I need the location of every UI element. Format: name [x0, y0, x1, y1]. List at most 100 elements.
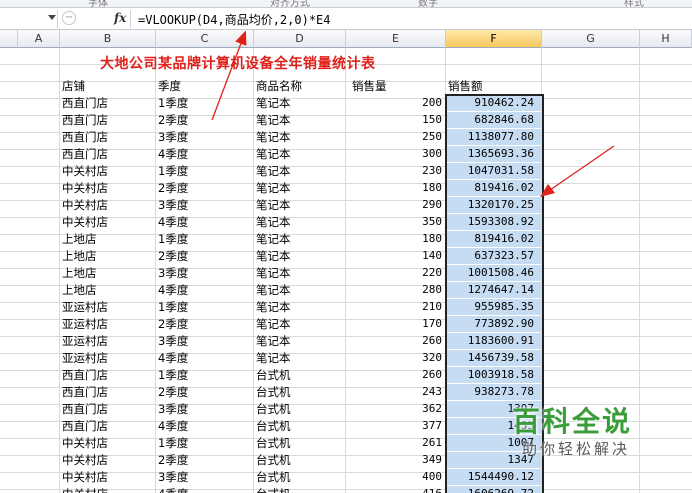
cell-quantity[interactable]: 180 — [346, 231, 444, 247]
cell-quantity[interactable]: 230 — [346, 163, 444, 179]
cell-store[interactable]: 西直门店 — [62, 367, 154, 383]
header-quarter[interactable]: 季度 — [158, 78, 250, 94]
cell-store[interactable]: 西直门店 — [62, 401, 154, 417]
cell-product[interactable]: 笔记本 — [256, 129, 348, 145]
cell-quantity[interactable]: 280 — [346, 282, 444, 298]
cell-quantity[interactable]: 362 — [346, 401, 444, 417]
cell-product[interactable]: 笔记本 — [256, 146, 348, 162]
cell-product[interactable]: 笔记本 — [256, 333, 348, 349]
cell-product[interactable]: 笔记本 — [256, 112, 348, 128]
cell-quantity[interactable]: 220 — [346, 265, 444, 281]
column-header-f[interactable]: F — [446, 30, 542, 48]
sheet-title[interactable]: 大地公司某品牌计算机设备全年销量统计表 — [100, 53, 376, 73]
cell-quarter[interactable]: 2季度 — [158, 180, 250, 196]
cell-sales[interactable]: 1320170.25 — [446, 197, 542, 213]
cell-sales[interactable]: 773892.90 — [446, 316, 542, 332]
cell-quantity[interactable]: 140 — [346, 248, 444, 264]
cell-quarter[interactable]: 2季度 — [158, 384, 250, 400]
cell-quarter[interactable]: 3季度 — [158, 265, 250, 281]
cell-sales[interactable]: 1138077.80 — [446, 129, 542, 145]
ribbon-group-styles[interactable]: 样式 — [624, 0, 644, 7]
cell-product[interactable]: 笔记本 — [256, 163, 348, 179]
column-header-a[interactable]: A — [18, 30, 60, 48]
cell-store[interactable]: 西直门店 — [62, 418, 154, 434]
cell-quarter[interactable]: 2季度 — [158, 248, 250, 264]
cell-quantity[interactable]: 250 — [346, 129, 444, 145]
cell-product[interactable]: 台式机 — [256, 401, 348, 417]
cell-quarter[interactable]: 2季度 — [158, 112, 250, 128]
cell-product[interactable]: 台式机 — [256, 452, 348, 468]
cell-product[interactable]: 笔记本 — [256, 231, 348, 247]
cell-store[interactable]: 中关村店 — [62, 435, 154, 451]
cell-store[interactable]: 西直门店 — [62, 95, 154, 111]
cell-quantity[interactable]: 170 — [346, 316, 444, 332]
cell-quarter[interactable]: 3季度 — [158, 333, 250, 349]
cell-store[interactable]: 西直门店 — [62, 112, 154, 128]
cell-sales[interactable]: 819416.02 — [446, 180, 542, 196]
cell-quantity[interactable]: 349 — [346, 452, 444, 468]
cell-quarter[interactable]: 4季度 — [158, 486, 250, 493]
cell-sales[interactable]: 1606269.72 — [446, 486, 542, 493]
formula-input[interactable]: =VLOOKUP(D4,商品均价,2,0)*E4 — [138, 11, 331, 28]
cancel-icon[interactable]: − — [62, 11, 76, 25]
cell-store[interactable]: 中关村店 — [62, 452, 154, 468]
cell-sales[interactable]: 1047031.58 — [446, 163, 542, 179]
cell-quarter[interactable]: 3季度 — [158, 401, 250, 417]
cell-quantity[interactable]: 210 — [346, 299, 444, 315]
cell-sales[interactable]: 819416.02 — [446, 231, 542, 247]
cell-store[interactable]: 亚运村店 — [62, 333, 154, 349]
cell-quantity[interactable]: 290 — [346, 197, 444, 213]
cell-quantity[interactable]: 377 — [346, 418, 444, 434]
cell-sales[interactable]: 682846.68 — [446, 112, 542, 128]
cell-store[interactable]: 上地店 — [62, 231, 154, 247]
column-header-b[interactable]: B — [60, 30, 156, 48]
cell-store[interactable]: 中关村店 — [62, 197, 154, 213]
column-header-e[interactable]: E — [346, 30, 446, 48]
cell-quantity[interactable]: 150 — [346, 112, 444, 128]
cell-quantity[interactable]: 261 — [346, 435, 444, 451]
cell-quarter[interactable]: 1季度 — [158, 435, 250, 451]
cell-quarter[interactable]: 4季度 — [158, 214, 250, 230]
cell-sales[interactable]: 1544490.12 — [446, 469, 542, 485]
ribbon-group-number[interactable]: 数字 — [418, 0, 438, 7]
cell-store[interactable]: 西直门店 — [62, 129, 154, 145]
cell-quarter[interactable]: 1季度 — [158, 299, 250, 315]
cell-quantity[interactable]: 243 — [346, 384, 444, 400]
cell-product[interactable]: 笔记本 — [256, 265, 348, 281]
cell-sales[interactable]: 1001508.46 — [446, 265, 542, 281]
cell-quarter[interactable]: 3季度 — [158, 469, 250, 485]
cell-quantity[interactable]: 180 — [346, 180, 444, 196]
cell-sales[interactable]: 1365693.36 — [446, 146, 542, 162]
cell-store[interactable]: 中关村店 — [62, 469, 154, 485]
cell-product[interactable]: 台式机 — [256, 384, 348, 400]
cell-store[interactable]: 上地店 — [62, 265, 154, 281]
cell-quarter[interactable]: 3季度 — [158, 129, 250, 145]
cell-quarter[interactable]: 1季度 — [158, 231, 250, 247]
cell-sales[interactable]: 1003918.58 — [446, 367, 542, 383]
cell-product[interactable]: 笔记本 — [256, 282, 348, 298]
ribbon-group-alignment[interactable]: 对齐方式 — [270, 0, 310, 7]
cell-product[interactable]: 台式机 — [256, 418, 348, 434]
cell-sales[interactable]: 637323.57 — [446, 248, 542, 264]
column-header-g[interactable]: G — [542, 30, 640, 48]
cell-sales[interactable]: 1593308.92 — [446, 214, 542, 230]
cell-quarter[interactable]: 2季度 — [158, 452, 250, 468]
cell-product[interactable]: 笔记本 — [256, 197, 348, 213]
cell-product[interactable]: 笔记本 — [256, 180, 348, 196]
cell-product[interactable]: 笔记本 — [256, 316, 348, 332]
cell-quantity[interactable]: 300 — [346, 146, 444, 162]
cell-quarter[interactable]: 4季度 — [158, 146, 250, 162]
cell-sales[interactable]: 1456739.58 — [446, 350, 542, 366]
cell-quarter[interactable]: 4季度 — [158, 418, 250, 434]
cell-quarter[interactable]: 2季度 — [158, 316, 250, 332]
cell-quantity[interactable]: 320 — [346, 350, 444, 366]
column-header-c[interactable]: C — [156, 30, 254, 48]
cell-store[interactable]: 中关村店 — [62, 486, 154, 493]
cell-store[interactable]: 亚运村店 — [62, 350, 154, 366]
cell-store[interactable]: 亚运村店 — [62, 316, 154, 332]
cell-quarter[interactable]: 4季度 — [158, 282, 250, 298]
cell-store[interactable]: 中关村店 — [62, 180, 154, 196]
insert-function-icon[interactable]: fx — [114, 11, 126, 25]
cell-quarter[interactable]: 3季度 — [158, 197, 250, 213]
cell-quantity[interactable]: 400 — [346, 469, 444, 485]
